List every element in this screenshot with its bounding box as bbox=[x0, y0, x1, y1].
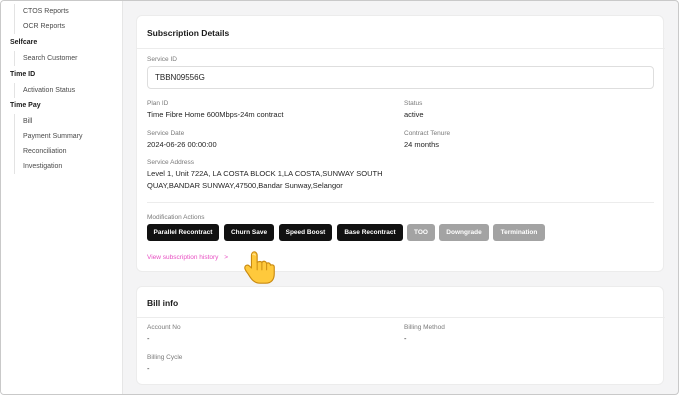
sidebar-item-investigation[interactable]: Investigation bbox=[14, 159, 114, 174]
base-recontract-button[interactable]: Base Recontract bbox=[337, 224, 403, 241]
main-content: Subscription Details Service ID TBBN0955… bbox=[123, 1, 678, 394]
account-no-label: Account No bbox=[147, 324, 181, 331]
subscription-title: Subscription Details bbox=[147, 28, 230, 38]
speed-boost-button[interactable]: Speed Boost bbox=[279, 224, 332, 241]
card-header-divider bbox=[137, 48, 665, 49]
account-no-value: - bbox=[147, 334, 150, 343]
service-id-field[interactable]: TBBN09556G bbox=[147, 66, 654, 89]
service-id-label: Service ID bbox=[147, 56, 177, 63]
sidebar-group-time-pay: Time Pay bbox=[10, 102, 41, 109]
termination-button[interactable]: Termination bbox=[493, 224, 545, 241]
plan-id-label: Plan ID bbox=[147, 100, 169, 107]
history-link-label[interactable]: View subscription history bbox=[147, 254, 218, 261]
sidebar-item-payment-summary[interactable]: Payment Summary bbox=[14, 129, 114, 144]
bill-info-card: Bill info Account No - Billing Method - … bbox=[136, 286, 665, 385]
contract-tenure-label: Contract Tenure bbox=[404, 130, 451, 137]
billing-cycle-value: - bbox=[147, 364, 150, 373]
pointing-hand-icon bbox=[244, 251, 275, 284]
modification-actions-label: Modification Actions bbox=[147, 214, 205, 221]
service-date-label: Service Date bbox=[147, 130, 185, 137]
service-address-line-2: QUAY,BANDAR SUNWAY,47500,Bandar Sunway,S… bbox=[147, 181, 343, 190]
app-window: CTOS Reports OCR Reports Selfcare Search… bbox=[0, 0, 679, 395]
subscription-details-card: Subscription Details Service ID TBBN0955… bbox=[136, 15, 665, 272]
sidebar-group-selfcare: Selfcare bbox=[10, 39, 38, 46]
plan-id-value: Time Fibre Home 600Mbps-24m contract bbox=[147, 110, 284, 119]
actions-divider bbox=[147, 202, 654, 203]
service-address-line-1: Level 1, Unit 722A, LA COSTA BLOCK 1,LA … bbox=[147, 169, 383, 178]
sidebar-item-ocr-reports[interactable]: OCR Reports bbox=[14, 19, 114, 34]
downgrade-button[interactable]: Downgrade bbox=[439, 224, 489, 241]
bill-header-divider bbox=[137, 317, 665, 318]
view-subscription-history-link[interactable]: View subscription history > bbox=[147, 254, 228, 261]
chevron-right-icon: > bbox=[224, 254, 229, 261]
too-button[interactable]: TOO bbox=[407, 224, 435, 241]
billing-method-value: - bbox=[404, 334, 407, 343]
sidebar-item-search-customer[interactable]: Search Customer bbox=[14, 51, 114, 66]
billing-cycle-label: Billing Cycle bbox=[147, 354, 183, 361]
sidebar: CTOS Reports OCR Reports Selfcare Search… bbox=[1, 1, 123, 394]
service-address-label: Service Address bbox=[147, 159, 194, 166]
parallel-recontract-button[interactable]: Parallel Recontract bbox=[147, 224, 219, 241]
sidebar-item-reconciliation[interactable]: Reconciliation bbox=[14, 144, 114, 159]
billing-method-label: Billing Method bbox=[404, 324, 445, 331]
status-label: Status bbox=[404, 100, 423, 107]
sidebar-item-activation-status[interactable]: Activation Status bbox=[14, 83, 114, 98]
sidebar-item-ctos-reports[interactable]: CTOS Reports bbox=[14, 4, 114, 19]
sidebar-group-time-id: Time ID bbox=[10, 71, 36, 78]
service-date-value: 2024-06-26 00:00:00 bbox=[147, 140, 217, 149]
sidebar-item-bill[interactable]: Bill bbox=[14, 114, 114, 129]
bill-info-title: Bill info bbox=[147, 298, 179, 308]
contract-tenure-value: 24 months bbox=[404, 140, 440, 149]
churn-save-button[interactable]: Churn Save bbox=[224, 224, 274, 241]
status-value: active bbox=[404, 110, 424, 119]
